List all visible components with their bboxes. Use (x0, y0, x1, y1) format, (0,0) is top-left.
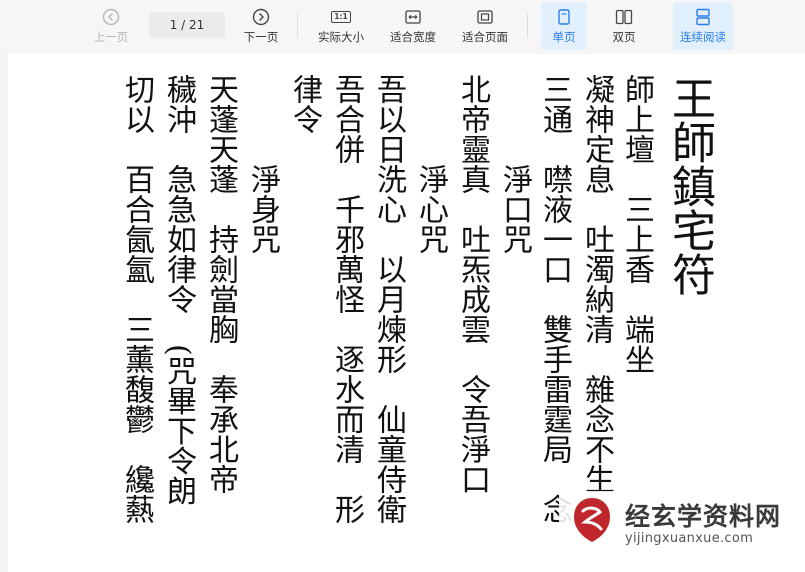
double-page-button[interactable]: 双页 (601, 2, 647, 50)
actual-size-button[interactable]: 1:1 实际大小 (313, 2, 369, 50)
actual-size-icon-text: 1:1 (331, 11, 351, 23)
text-column: 三通 噤液一口 雙手雷霆局 念 (537, 74, 572, 524)
double-page-label: 双页 (612, 30, 636, 44)
text-column: 淨口咒 (497, 104, 532, 254)
watermark: 经玄学资料网 yijingxuanxue.com (559, 491, 805, 572)
watermark-url: yijingxuanxue.com (625, 531, 754, 546)
watermark-logo-icon (569, 495, 615, 545)
text-column: 天蓬天蓬 持劍當胸 奉承北帝 (203, 74, 238, 494)
continuous-reading-label: 连续阅读 (680, 30, 726, 44)
text-column: 北帝靈真 吐炁成雲 令吾淨口 (455, 74, 490, 494)
page-indicator: 1 / 21 (169, 18, 205, 32)
chevron-right-circle-icon (252, 8, 270, 26)
prev-page-button[interactable]: 上一页 (90, 2, 132, 50)
prev-page-label: 上一页 (93, 30, 129, 44)
actual-size-icon: 1:1 (331, 8, 351, 26)
toolbar-divider (297, 14, 298, 38)
text-column: 穢沖 急急如律令 (咒畢下令朗 (161, 74, 196, 506)
single-page-label: 单页 (552, 30, 576, 44)
page-number-input[interactable]: 1 / 21 (149, 12, 225, 38)
viewer-toolbar: 上一页 1 / 21 下一页 1:1 实际大小 适合宽度 适合页面 单页 双页 … (0, 0, 805, 54)
continuous-reading-icon (694, 8, 712, 26)
fit-width-label: 适合宽度 (390, 30, 436, 44)
text-column: 淨心咒 (413, 104, 448, 254)
document-title: 王師鎮宅符 (664, 76, 715, 296)
fit-width-button[interactable]: 适合宽度 (385, 2, 441, 50)
single-page-icon (555, 8, 573, 26)
watermark-site-name: 经玄学资料网 (625, 502, 782, 531)
text-column: 淨身咒 (245, 104, 280, 254)
fit-page-label: 适合页面 (462, 30, 508, 44)
next-page-button[interactable]: 下一页 (240, 2, 282, 50)
continuous-reading-button[interactable]: 连续阅读 (673, 2, 733, 50)
single-page-button[interactable]: 单页 (541, 2, 587, 50)
fit-width-icon (404, 8, 422, 26)
text-column: 律令 (287, 74, 322, 134)
actual-size-label: 实际大小 (318, 30, 364, 44)
text-column: 切以 百合氤氳 三薰馥鬱 纔爇 (119, 74, 154, 524)
text-column: 吾合併 千邪萬怪 逐水而清 形 (329, 74, 364, 524)
text-column: 師上壇 三上香 端坐 (619, 74, 654, 374)
toolbar-divider (527, 14, 528, 38)
text-column: 凝神定息 吐濁納清 雜念不生 (579, 74, 614, 494)
text-column: 吾以日洗心 以月煉形 仙童侍衛 (371, 74, 406, 524)
fit-page-button[interactable]: 适合页面 (457, 2, 513, 50)
next-page-label: 下一页 (243, 30, 279, 44)
double-page-icon (615, 8, 633, 26)
chevron-left-circle-icon (102, 8, 120, 26)
fit-page-icon (476, 8, 494, 26)
